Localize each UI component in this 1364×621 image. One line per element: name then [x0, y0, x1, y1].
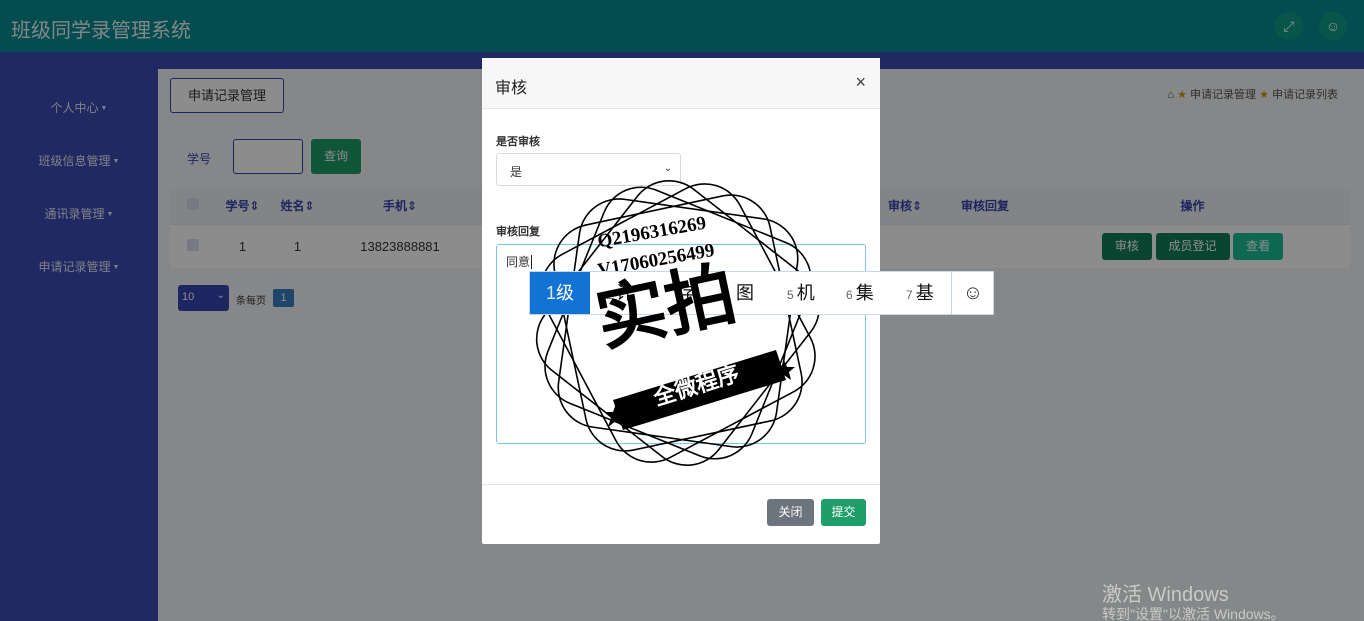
- ime-candidate[interactable]: 1级: [530, 272, 590, 314]
- modal-title: 审核: [495, 80, 528, 97]
- close-icon[interactable]: ×: [855, 72, 866, 93]
- ime-candidate[interactable]: 5机: [787, 272, 815, 314]
- ime-candidate[interactable]: 7基: [906, 272, 934, 314]
- close-button[interactable]: 关闭: [767, 499, 814, 526]
- windows-activation-title: 激活 Windows: [1102, 584, 1229, 606]
- windows-activation-hint: 转到"设置"以激活 Windows。: [1102, 606, 1285, 621]
- audit-label: 是否审核: [496, 136, 540, 148]
- submit-button[interactable]: 提交: [821, 499, 866, 526]
- emoji-icon[interactable]: ☺: [951, 272, 994, 314]
- ime-candidate[interactable]: 6集: [846, 272, 874, 314]
- ime-candidate[interactable]: 图: [736, 272, 754, 314]
